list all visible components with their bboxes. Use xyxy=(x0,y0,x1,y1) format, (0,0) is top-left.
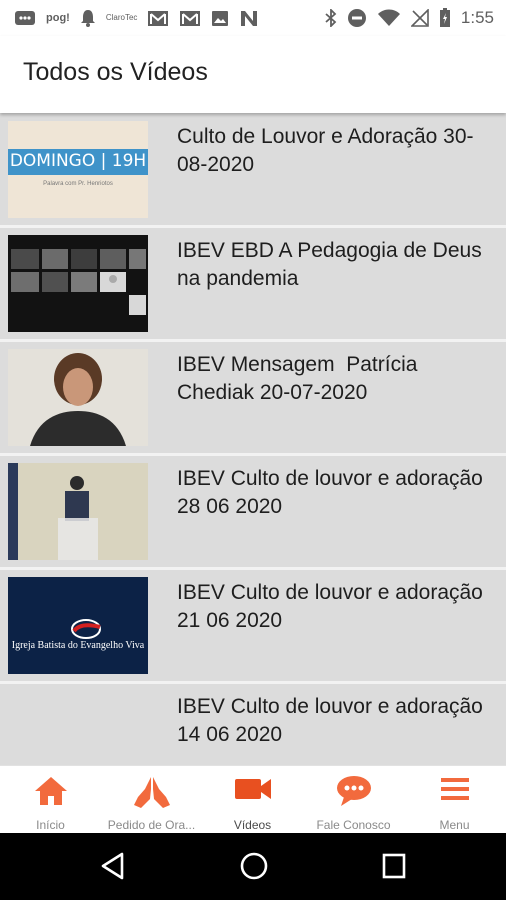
message-icon xyxy=(14,10,36,26)
nav-label: Menu xyxy=(439,818,470,832)
image-icon xyxy=(211,10,229,27)
video-thumbnail[interactable] xyxy=(8,349,148,446)
wifi-icon xyxy=(377,9,401,27)
nav-label: Fale Conosco xyxy=(316,818,391,832)
nav-label: Pedido de Ora... xyxy=(107,818,196,832)
gmail-icon-2 xyxy=(179,10,201,27)
carrier-small-text: ClaroTec xyxy=(105,13,138,22)
do-not-disturb-icon xyxy=(347,8,367,28)
video-title[interactable]: IBEV Culto de louvor e adoração 14 06 20… xyxy=(177,693,487,749)
app-bar: Todos os Vídeos xyxy=(0,36,506,113)
status-time: 1:55 xyxy=(460,8,494,27)
bell-icon xyxy=(80,9,96,27)
nav-item-menu[interactable]: Menu xyxy=(404,766,505,834)
video-item[interactable]: IBEV Mensagem Patrícia Chediak 20-07-202… xyxy=(0,342,506,456)
video-thumbnail[interactable] xyxy=(8,235,148,332)
video-item[interactable]: IBEV Culto de louvor e adoração 28 06 20… xyxy=(0,456,506,570)
home-icon xyxy=(33,775,69,812)
video-thumbnail[interactable]: DOMINGO | 19H Palavra com Pr. Henriotos xyxy=(8,121,148,218)
gmail-icon xyxy=(147,10,169,27)
video-list[interactable]: DOMINGO | 19H Palavra com Pr. Henriotos … xyxy=(0,114,506,765)
nav-item-pedido-de-oracao[interactable]: Pedido de Ora... xyxy=(101,766,202,834)
page-title: Todos os Vídeos xyxy=(23,58,208,86)
nav-label: Início xyxy=(36,818,65,832)
video-title[interactable]: IBEV Mensagem Patrícia Chediak 20-07-202… xyxy=(177,351,487,407)
video-item[interactable]: IBEV Culto de louvor e adoração 14 06 20… xyxy=(0,684,506,765)
video-item[interactable]: Igreja Batista do Evangelho Viva IBEV Cu… xyxy=(0,570,506,684)
bluetooth-icon xyxy=(325,9,337,27)
no-signal-icon xyxy=(410,9,429,27)
video-camera-icon xyxy=(234,775,272,808)
nav-item-videos[interactable]: Vídeos xyxy=(202,766,303,834)
n-app-icon xyxy=(239,10,259,27)
praying-hands-icon xyxy=(132,775,172,814)
bottom-navigation: Início Pedido de Ora... Vídeos Fale Cono… xyxy=(0,765,506,834)
video-title[interactable]: IBEV Culto de louvor e adoração 21 06 20… xyxy=(177,579,487,635)
thumbnail-caption: DOMINGO | 19H xyxy=(9,151,147,171)
system-navigation-bar xyxy=(0,833,506,900)
status-bar: pog! ClaroTec 1:55 xyxy=(0,0,506,36)
nav-item-inicio[interactable]: Início xyxy=(0,766,101,834)
back-icon[interactable] xyxy=(100,851,126,886)
carrier-text: pog! xyxy=(46,12,70,24)
video-title[interactable]: Culto de Louvor e Adoração 30-08-2020 xyxy=(177,123,487,179)
hamburger-menu-icon xyxy=(439,775,471,808)
video-thumbnail[interactable]: Igreja Batista do Evangelho Viva xyxy=(8,577,148,674)
nav-label: Vídeos xyxy=(233,818,272,832)
video-title[interactable]: IBEV EBD A Pedagogia de Deus na pandemia xyxy=(177,237,487,293)
nav-item-fale-conosco[interactable]: Fale Conosco xyxy=(303,766,404,834)
video-item[interactable]: DOMINGO | 19H Palavra com Pr. Henriotos … xyxy=(0,114,506,228)
battery-icon xyxy=(439,8,451,28)
video-title[interactable]: IBEV Culto de louvor e adoração 28 06 20… xyxy=(177,465,487,521)
thumbnail-subcaption: Palavra com Pr. Henriotos xyxy=(43,181,113,187)
home-circle-icon[interactable] xyxy=(239,851,269,886)
chat-bubble-icon xyxy=(336,775,372,812)
recents-icon[interactable] xyxy=(381,851,407,886)
video-thumbnail[interactable] xyxy=(8,463,148,560)
thumbnail-caption: Igreja Batista do Evangelho Viva xyxy=(11,640,145,651)
video-item[interactable]: IBEV EBD A Pedagogia de Deus na pandemia xyxy=(0,228,506,342)
